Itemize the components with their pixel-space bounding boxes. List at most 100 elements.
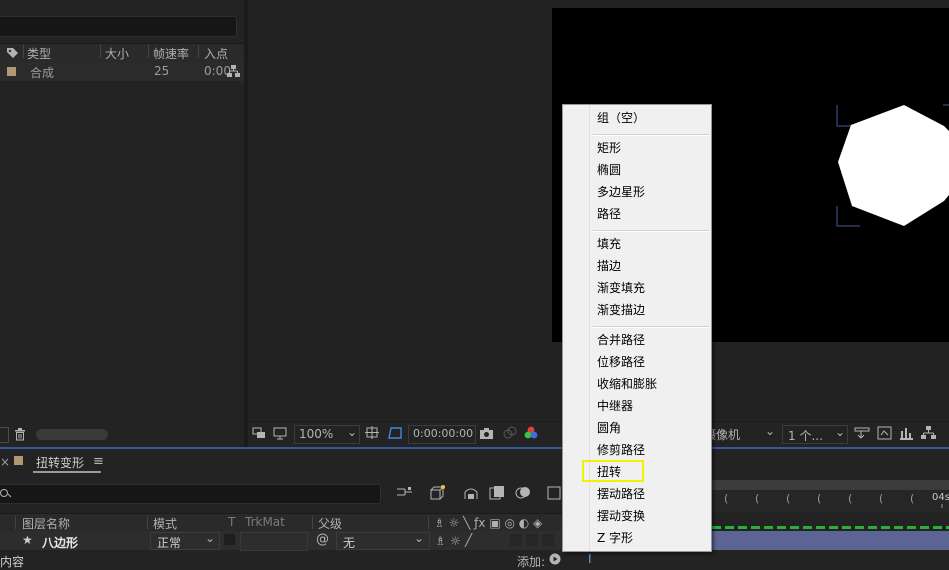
menu-item-zig-zag[interactable]: Z 字形 [597,530,633,546]
flowchart-icon[interactable] [921,426,936,440]
trash-icon[interactable] [14,428,26,441]
column-trkmat[interactable]: TrkMat [245,515,285,529]
zoom-value: 100% [299,427,334,441]
menu-item-trim-paths[interactable]: 修剪路径 [597,442,645,458]
item-framerate: 25 [154,64,170,78]
collapse-switch-icon[interactable]: ☼ [450,535,461,547]
layer-duration-bar[interactable] [712,531,949,550]
add-menu-play-icon[interactable] [549,553,561,565]
bit-depth-button[interactable] [0,427,9,443]
menu-item-ellipse[interactable]: 椭圆 [597,162,621,178]
timeline-icon[interactable] [899,426,914,440]
camera-icon[interactable] [479,427,494,440]
timecode-field[interactable]: 0:00:00:00 [408,425,476,444]
trkmat-dropdown[interactable] [240,532,308,551]
menu-item-offset-paths[interactable]: 位移路径 [597,354,645,370]
column-t[interactable]: T [228,515,235,529]
menu-item-gradient-fill[interactable]: 渐变填充 [597,280,645,296]
timecode-value: 0:00:00:00 [413,427,474,440]
svg-text:(: ( [910,492,914,505]
layer-duration-indicator [712,526,949,529]
label-tag-icon[interactable] [6,47,19,60]
menu-item-gradient-stroke[interactable]: 渐变描边 [597,302,645,318]
work-area-bar[interactable] [712,480,949,490]
menu-item-wiggle-transform[interactable]: 摆动变换 [597,508,645,524]
blend-mode-value: 正常 [157,536,182,550]
preserve-transparency-checkbox[interactable] [224,534,235,545]
switch-box[interactable] [510,534,522,546]
time-ruler[interactable]: ((((((( 04s [712,480,949,512]
switches-icons: ♗ ☼ ╲ ƒx ▣ ◎ ◐ ◈ [434,516,543,530]
svg-text:(: ( [724,492,728,505]
menu-item-polystar[interactable]: 多边星形 [597,184,645,200]
chevron-down-icon: ⌄ [835,425,846,439]
panel-menu-icon[interactable]: ≡ [93,455,104,468]
draft-3d-icon[interactable] [429,484,447,501]
quality-switch-icon[interactable]: ╱ [465,534,472,546]
menu-separator [593,134,709,136]
tab-composition[interactable]: 扭转变形 [36,454,84,471]
frame-blending-icon[interactable] [489,485,505,500]
horizontal-scrollbar[interactable] [36,429,108,440]
transparency-grid-icon[interactable] [388,426,403,441]
svg-text:(: ( [786,492,790,505]
project-search-input[interactable] [0,16,237,37]
toggle-view-icon[interactable] [854,426,870,440]
menu-item-stroke[interactable]: 描边 [597,258,621,274]
shy-layers-icon[interactable] [463,486,479,500]
project-column-header: 类型 大小 帧速率 入点 [0,43,244,63]
project-panel: 类型 大小 帧速率 入点 合成 25 0:00 [0,0,244,448]
menu-item-repeater[interactable]: 中继器 [597,398,633,414]
color-channels-icon[interactable] [524,426,538,440]
menu-item-pucker-bloat[interactable]: 收缩和膨胀 [597,376,657,392]
ruler-end-label: 04s [932,492,949,503]
blend-mode-dropdown[interactable]: 正常 ⌄ [150,531,220,550]
column-in-point[interactable]: 入点 [204,45,228,62]
item-type: 合成 [30,66,55,80]
menu-separator [593,230,709,232]
region-of-interest-icon[interactable] [365,426,380,441]
parent-value: 无 [343,536,356,550]
text-cursor-icon: I [588,552,592,566]
column-mode[interactable]: 模式 [153,515,177,532]
layer-name[interactable]: 八边形 [42,534,78,551]
menu-item-rectangle[interactable]: 矩形 [597,140,621,156]
project-footer [0,424,244,446]
switch-box[interactable] [526,534,538,546]
add-shape-context-menu: 组（空） 矩形 椭圆 多边星形 路径 填充 描边 渐变填充 渐变描边 合并路径 … [562,104,712,552]
column-size[interactable]: 大小 [105,45,129,62]
search-icon [0,489,12,498]
column-parent[interactable]: 父级 [318,515,342,532]
menu-item-fill[interactable]: 填充 [597,236,621,252]
parent-dropdown[interactable]: 无 ⌄ [336,531,430,550]
monitor-icon[interactable] [273,427,287,440]
views-dropdown[interactable]: 1 个... ⌄ [782,425,848,444]
flowchart-icon[interactable] [227,65,240,78]
zoom-dropdown[interactable]: 100% ⌄ [294,425,360,444]
graph-editor-icon[interactable] [547,484,563,500]
menu-item-path[interactable]: 路径 [597,206,621,222]
motion-blur-icon[interactable] [515,485,532,500]
column-framerate[interactable]: 帧速率 [153,45,189,62]
column-type[interactable]: 类型 [27,45,51,62]
contents-group-label[interactable]: 内容 [0,553,24,570]
menu-item-wiggle-paths[interactable]: 摆动路径 [597,486,645,502]
menu-item-round-corners[interactable]: 圆角 [597,420,621,436]
show-snapshot-icon[interactable] [503,426,517,440]
snapshot-layers-icon[interactable] [252,427,266,440]
parent-pickwhip-icon[interactable]: @ [316,533,329,546]
comp-mini-flowchart-icon[interactable] [396,486,413,500]
menu-item-group-empty[interactable]: 组（空） [597,110,645,126]
shy-switch-icon[interactable]: ♗ [435,535,446,547]
switch-box[interactable] [542,534,554,546]
menu-item-merge-paths[interactable]: 合并路径 [597,332,645,348]
ruler-ticks: ((((((( [724,492,943,508]
close-icon[interactable]: × [0,456,10,468]
column-layer-name[interactable]: 图层名称 [22,515,70,532]
fast-preview-icon[interactable] [877,426,892,440]
views-value: 1 个... [788,429,823,443]
chevron-down-icon: ⌄ [765,424,776,438]
chevron-down-icon: ⌄ [347,425,358,439]
timeline-search-input[interactable] [0,484,381,504]
project-item-row[interactable]: 合成 25 0:00 [0,62,244,81]
